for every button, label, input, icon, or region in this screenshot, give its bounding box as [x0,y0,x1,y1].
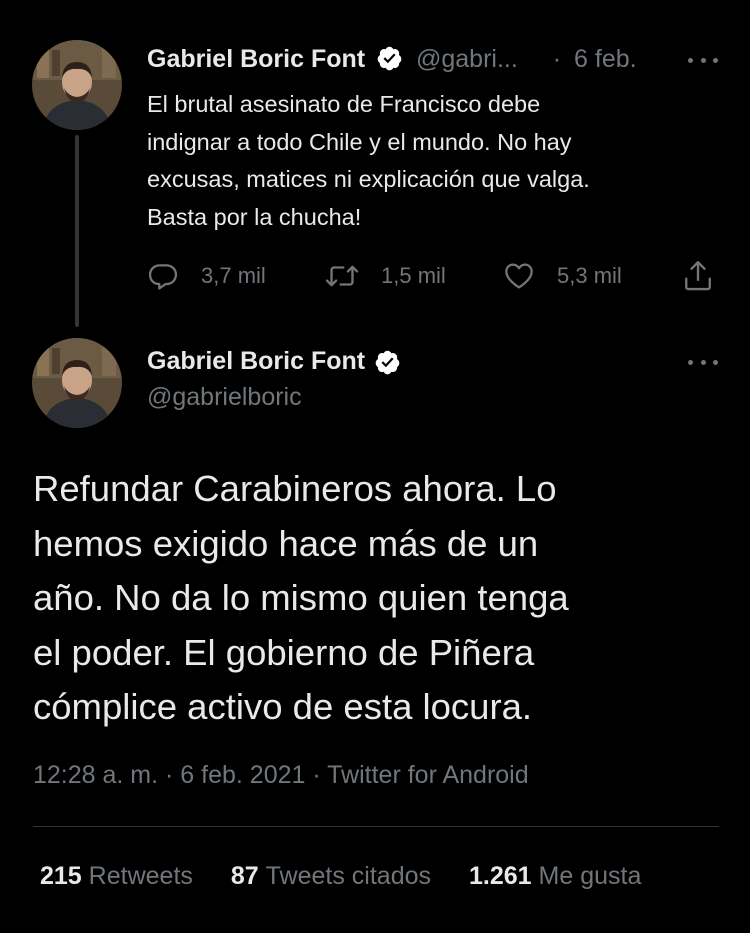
author-name[interactable]: Gabriel Boric Font [147,347,365,375]
more-icon[interactable] [688,357,718,367]
like-button[interactable]: 5,3 mil [503,258,622,294]
avatar[interactable] [32,40,122,130]
author-name[interactable]: Gabriel Boric Font [147,45,365,73]
main-tweet-text: Refundar Carabineros ahora. Lo hemos exi… [33,468,569,727]
author-handle[interactable]: @gabri... [416,45,518,73]
share-icon [685,261,711,291]
parent-tweet-header: Gabriel Boric Font @gabri... · 6 feb. [147,44,637,76]
avatar-photo [32,338,122,428]
engagement-stats: 215 Retweets 87 Tweets citados 1.261 Me … [40,862,679,891]
quote-tweets-label: Tweets citados [265,862,432,890]
avatar-photo [32,40,122,130]
likes-label: Me gusta [538,862,642,890]
reply-button[interactable]: 3,7 mil [147,258,266,294]
like-count: 5,3 mil [557,263,622,288]
tweet-timestamp-source[interactable]: 12:28 a. m. · 6 feb. 2021 · Twitter for … [33,761,529,790]
retweet-count: 1,5 mil [381,263,446,288]
retweet-button[interactable]: 1,5 mil [325,258,446,294]
share-button[interactable] [682,258,736,294]
verified-icon [375,350,399,375]
like-icon [505,263,533,289]
likes-stat[interactable]: 1.261 Me gusta [469,862,641,891]
avatar[interactable] [32,338,122,428]
thread-connector-line [75,135,79,327]
retweets-stat[interactable]: 215 Retweets [40,862,193,891]
retweets-count: 215 [40,862,89,890]
parent-tweet-text: El brutal asesinato de Francisco debe in… [147,91,590,230]
tweet-date[interactable]: 6 feb. [574,45,637,73]
reply-icon [148,264,178,290]
reply-count: 3,7 mil [201,263,266,288]
retweet-icon [325,265,359,287]
retweets-label: Retweets [88,862,193,890]
separator-dot: · [552,45,562,73]
more-icon[interactable] [688,55,718,65]
likes-count: 1.261 [469,862,539,890]
main-tweet-author: Gabriel Boric Font [147,344,401,382]
quote-tweets-stat[interactable]: 87 Tweets citados [231,862,431,891]
quote-tweets-count: 87 [230,862,266,890]
author-handle[interactable]: @gabrielboric [147,383,302,412]
divider [33,826,719,827]
verified-icon [377,46,402,71]
